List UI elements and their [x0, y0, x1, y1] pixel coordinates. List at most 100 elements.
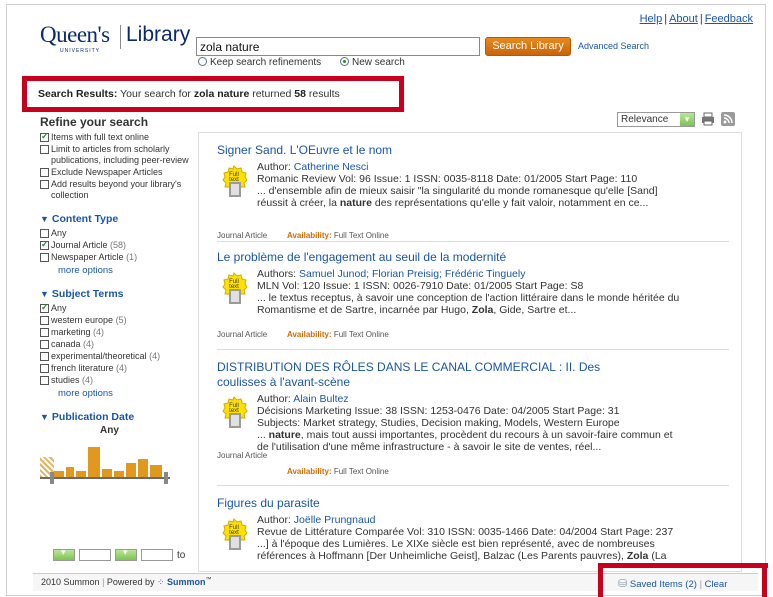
refine-option-scholarly[interactable]: Limit to articles from scholarly publica… — [40, 144, 190, 166]
refine-option-label: Add results beyond your library's collec… — [51, 179, 182, 200]
subject-studies[interactable]: studies (4) — [40, 375, 190, 386]
publication-date-heading-label: Publication Date — [51, 411, 135, 423]
refine-option-label: Items with full text online — [51, 132, 150, 142]
snippet-line: réussit à créer, la nature des représent… — [257, 197, 658, 209]
full-text-badge-icon: Full text — [222, 396, 248, 428]
print-icon[interactable] — [701, 112, 715, 126]
author-line: Author: Joëlle Prungnaud — [257, 514, 673, 526]
facet-label: french literature — [51, 363, 114, 373]
facet-label: experimental/theoretical — [51, 351, 147, 361]
end-month-select[interactable] — [115, 547, 137, 561]
checkbox[interactable] — [40, 340, 49, 349]
subject-any[interactable]: Any — [40, 302, 190, 314]
content-type-journal-article[interactable]: Journal Article (58) — [40, 239, 190, 251]
author-link[interactable]: Alain Bultez — [293, 393, 348, 405]
publication-date-heading[interactable]: ▼ Publication Date — [40, 411, 190, 423]
radio-new-search[interactable] — [340, 57, 349, 66]
snippet-line: de l'utilisation d'une même infrastructu… — [257, 441, 602, 453]
availability[interactable]: Availability: Full Text Online — [287, 231, 389, 240]
subject-western-europe[interactable]: western europe (5) — [40, 315, 190, 326]
author-link[interactable]: Samuel Junod; Florian Preisig; Frédéric … — [299, 268, 525, 280]
content-type-label: Journal Article — [217, 330, 268, 339]
end-year-input[interactable] — [141, 549, 173, 561]
checkbox[interactable] — [40, 145, 49, 154]
refine-title: Refine your search — [40, 115, 149, 129]
new-search-option[interactable]: New search — [340, 57, 405, 68]
checkbox[interactable] — [40, 229, 49, 238]
subject-terms-heading-label: Subject Terms — [51, 288, 124, 300]
refine-sidebar: Refine your search Items with full text … — [40, 115, 190, 487]
checkbox[interactable] — [40, 316, 49, 325]
publication-date-histogram[interactable]: Any — [40, 425, 170, 487]
citation-line: Revue de Littérature Comparée Vol: 310 I… — [257, 526, 674, 538]
checkbox[interactable] — [40, 302, 49, 313]
badge-text: text — [229, 177, 239, 183]
subject-experimental-theoretical[interactable]: experimental/theoretical (4) — [40, 351, 190, 362]
result-title[interactable]: Signer Sand. L'OEuvre et le nom — [217, 143, 732, 158]
subject-marketing[interactable]: marketing (4) — [40, 327, 190, 338]
snippet-highlight: Zola — [471, 304, 494, 316]
start-month-select[interactable] — [53, 547, 75, 561]
content-type-heading[interactable]: ▼ Content Type — [40, 213, 190, 225]
refine-option-full-text[interactable]: Items with full text online — [40, 131, 190, 143]
refine-option-label: Limit to articles from scholarly publica… — [51, 144, 189, 165]
refine-option-beyond-collection[interactable]: Add results beyond your library's collec… — [40, 179, 190, 201]
result-title[interactable]: Le problème de l'engagement au seuil de … — [217, 250, 732, 265]
availability-label: Availability: — [287, 231, 332, 240]
feedback-link[interactable]: Feedback — [705, 13, 753, 25]
keep-refinements-option[interactable]: Keep search refinements — [198, 57, 321, 68]
result-meta: Author: Joëlle Prungnaud Revue de Littér… — [257, 514, 673, 562]
keep-refinements-label: Keep search refinements — [210, 57, 322, 68]
snippet-text: (La — [648, 550, 667, 562]
content-type-heading-label: Content Type — [51, 213, 119, 225]
availability-value: Full Text Online — [333, 330, 389, 339]
radio-keep-refinements[interactable] — [198, 57, 207, 66]
author-label: Author: — [257, 514, 291, 526]
content-type-newspaper-article[interactable]: Newspaper Article (1) — [40, 252, 190, 263]
checkbox[interactable] — [40, 253, 49, 262]
queens-library-logo[interactable]: Queen's Library UNIVERSITY — [40, 22, 200, 62]
facet-count: (1) — [126, 252, 138, 262]
subject-french-literature[interactable]: french literature (4) — [40, 363, 190, 374]
checkbox[interactable] — [40, 131, 49, 142]
availability-value: Full Text Online — [333, 231, 389, 240]
checkbox[interactable] — [40, 376, 49, 385]
checkbox[interactable] — [40, 239, 49, 250]
author-link[interactable]: Catherine Nesci — [294, 161, 369, 173]
checkbox[interactable] — [40, 168, 49, 177]
about-link[interactable]: About — [669, 13, 698, 25]
search-input[interactable] — [196, 37, 480, 56]
logo-university-text: UNIVERSITY — [60, 48, 101, 54]
date-range-handle-start[interactable] — [50, 472, 54, 484]
result-title[interactable]: DISTRIBUTION DES RÔLES DANS LE CANAL COM… — [217, 360, 617, 390]
advanced-search-link[interactable]: Advanced Search — [578, 41, 649, 51]
start-year-input[interactable] — [79, 549, 111, 561]
results-text-after: results — [308, 88, 340, 100]
facet-count: (4) — [83, 339, 95, 349]
subject-terms-more-options[interactable]: more options — [58, 388, 190, 399]
content-type-more-options[interactable]: more options — [58, 265, 190, 276]
subject-canada[interactable]: canada (4) — [40, 339, 190, 350]
search-library-button[interactable]: Search Library — [485, 37, 571, 56]
content-type-any[interactable]: Any — [40, 228, 190, 239]
sort-select[interactable]: Relevance ▾ — [617, 112, 695, 127]
snippet-text: des représentations qu'elle y fait valoi… — [371, 197, 649, 209]
summon-brand[interactable]: Summon — [167, 577, 206, 587]
result-item: Figures du parasite Full text Author: Jo… — [217, 496, 732, 562]
checkbox[interactable] — [40, 352, 49, 361]
availability[interactable]: Availability: Full Text Online — [287, 467, 389, 476]
author-label: Authors: — [257, 268, 297, 280]
date-range-handle-end[interactable] — [164, 472, 168, 484]
result-title[interactable]: Figures du parasite — [217, 496, 732, 511]
rss-icon[interactable] — [721, 112, 735, 126]
checkbox[interactable] — [40, 364, 49, 373]
snippet-text: références à Hoffmann [Der Unheimliche G… — [257, 550, 627, 562]
help-link[interactable]: Help — [640, 13, 663, 25]
subject-terms-heading[interactable]: ▼ Subject Terms — [40, 288, 190, 300]
author-link[interactable]: Joëlle Prungnaud — [294, 514, 376, 526]
checkbox[interactable] — [40, 328, 49, 337]
badge-text: text — [229, 284, 239, 290]
refine-option-exclude-newspaper[interactable]: Exclude Newspaper Articles — [40, 167, 190, 178]
availability[interactable]: Availability: Full Text Online — [287, 330, 389, 339]
checkbox[interactable] — [40, 180, 49, 189]
